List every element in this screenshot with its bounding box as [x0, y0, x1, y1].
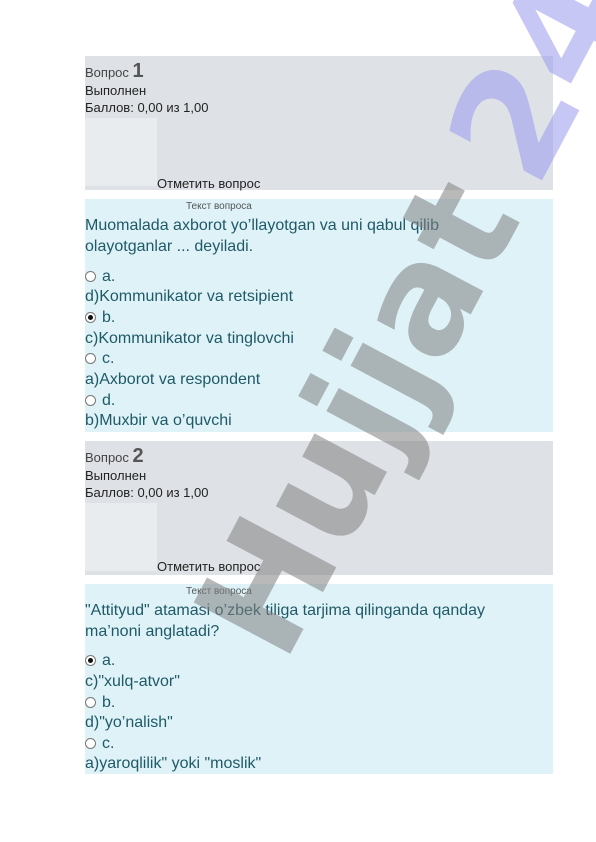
- option-answer: c)Kommunikator va tinglovchi: [85, 330, 294, 347]
- question-text-line: ma’noni anglatadi?: [85, 623, 220, 640]
- option-letter: c.: [102, 350, 115, 367]
- option-answer: a)Axborot va respondent: [85, 371, 261, 388]
- question-label: Вопрос: [85, 450, 129, 465]
- option-answer: b)Muxbir va o’quvchi: [85, 412, 232, 429]
- question-number-value: 2: [132, 445, 144, 467]
- question-number-value: 1: [132, 60, 144, 82]
- radio-button[interactable]: [85, 697, 96, 709]
- option-a[interactable]: a.: [85, 652, 115, 670]
- option-letter: a.: [102, 652, 116, 669]
- question-2-content: Текст вопроса "Attityud" atamasi o’zbek …: [85, 584, 553, 774]
- option-letter: d.: [102, 392, 116, 409]
- flag-box: [85, 118, 157, 186]
- question-number: Вопрос 2: [85, 445, 144, 468]
- option-answer: d)"yo’nalish": [85, 714, 173, 731]
- question-text-label: Текст вопроса: [186, 201, 252, 212]
- question-grade: Баллов: 0,00 из 1,00: [85, 485, 209, 500]
- radio-button[interactable]: [85, 395, 96, 407]
- question-label: Вопрос: [85, 65, 129, 80]
- question-1-info: Вопрос 1 Выполнен Баллов: 0,00 из 1,00 О…: [85, 56, 553, 191]
- flag-box: [85, 503, 157, 571]
- question-text-label: Текст вопроса: [186, 586, 252, 597]
- question-state: Выполнен: [85, 468, 147, 483]
- option-a[interactable]: a.: [85, 268, 115, 286]
- option-answer: d)Kommunikator va retsipient: [85, 288, 294, 305]
- radio-button[interactable]: [85, 271, 96, 283]
- question-text-line: "Attityud" atamasi o’zbek tiliga tarjima…: [85, 602, 486, 619]
- question-grade: Баллов: 0,00 из 1,00: [85, 100, 209, 115]
- radio-button[interactable]: [85, 738, 96, 750]
- question-1-content: Текст вопроса Muomalada axborot yo’llayo…: [85, 199, 553, 432]
- question-state: Выполнен: [85, 83, 147, 98]
- question-2-info: Вопрос 2 Выполнен Баллов: 0,00 из 1,00 О…: [85, 441, 553, 575]
- option-c[interactable]: c.: [85, 735, 114, 753]
- question-text-line: olayotganlar ... deyiladi.: [85, 238, 254, 255]
- option-c[interactable]: c.: [85, 350, 114, 368]
- question-number: Вопрос 1: [85, 60, 144, 83]
- radio-button-selected[interactable]: [85, 655, 96, 667]
- option-b[interactable]: b.: [85, 694, 115, 712]
- option-letter: b.: [102, 694, 116, 711]
- option-letter: c.: [102, 735, 115, 752]
- radio-button-selected[interactable]: [85, 312, 96, 324]
- flag-question-link[interactable]: Отметить вопрос: [157, 559, 260, 574]
- flag-question-link[interactable]: Отметить вопрос: [157, 176, 260, 191]
- option-letter: a.: [102, 268, 116, 285]
- question-text-line: Muomalada axborot yo’llayotgan va uni qa…: [85, 217, 439, 234]
- option-answer: a)yaroqlilik" yoki "moslik": [85, 755, 262, 772]
- radio-button[interactable]: [85, 353, 96, 365]
- option-b[interactable]: b.: [85, 309, 115, 327]
- option-d[interactable]: d.: [85, 392, 115, 410]
- option-letter: b.: [102, 309, 116, 326]
- option-answer: c)"xulq-atvor": [85, 673, 180, 690]
